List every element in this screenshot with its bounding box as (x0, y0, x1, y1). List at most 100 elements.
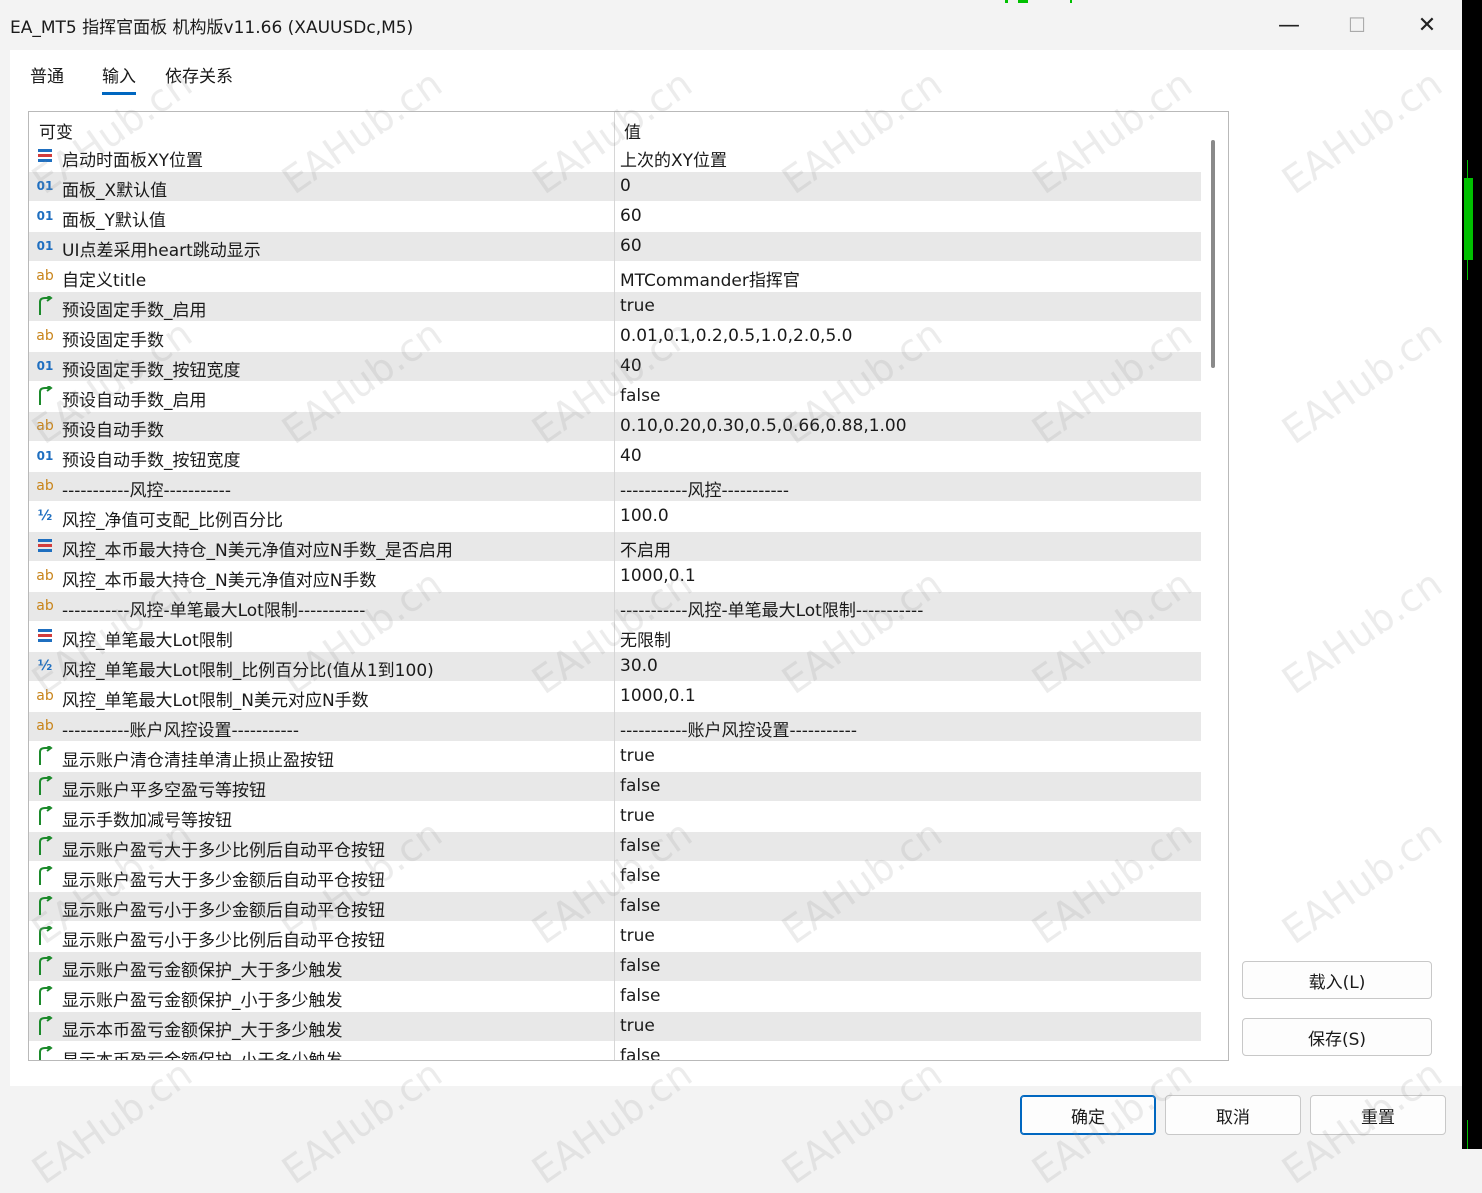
row-value[interactable]: true (620, 296, 655, 316)
row-value[interactable]: -----------风控-单笔最大Lot限制----------- (620, 596, 923, 621)
row-value[interactable]: 100.0 (620, 506, 669, 526)
row-value[interactable]: 60 (620, 236, 642, 256)
row-value[interactable]: 40 (620, 446, 642, 466)
table-row[interactable]: ab 预设固定手数 0.01,0.1,0.2,0.5,1.0,2.0,5.0 (29, 322, 1201, 352)
row-value[interactable]: false (620, 896, 660, 916)
table-row[interactable]: 显示账户清仓清挂单清止损止盈按钮 true (29, 742, 1201, 772)
row-variable-name: 显示账户盈亏金额保护_大于多少触发 (62, 961, 343, 981)
cancel-button[interactable]: 取消 (1165, 1095, 1301, 1135)
row-value[interactable]: 40 (620, 356, 642, 376)
row-value[interactable]: 1000,0.1 (620, 566, 696, 586)
row-value[interactable]: false (620, 866, 660, 886)
row-variable-name: 显示手数加减号等按钮 (62, 811, 232, 831)
tab-general[interactable]: 普通 (30, 62, 64, 87)
table-row[interactable]: ½ 风控_单笔最大Lot限制_比例百分比(值从1到100) 30.0 (29, 652, 1201, 682)
row-value[interactable]: true (620, 1016, 655, 1036)
window-title: EA_MT5 指挥官面板 机构版v11.66 (XAUUSDc,M5) (10, 18, 414, 38)
row-value[interactable]: false (620, 956, 660, 976)
column-header-variable[interactable]: 可变 (39, 118, 73, 143)
row-value[interactable]: 0.10,0.20,0.30,0.5,0.66,0.88,1.00 (620, 416, 907, 436)
column-header-value[interactable]: 值 (624, 118, 641, 143)
table-row[interactable]: 显示账户盈亏小于多少金额后自动平仓按钮 false (29, 892, 1201, 922)
row-value[interactable]: false (620, 386, 660, 406)
table-row[interactable]: 显示本币盈亏金额保护_大于多少触发 true (29, 1012, 1201, 1042)
row-variable-name: 预设自动手数_启用 (62, 391, 207, 411)
table-row[interactable]: 预设自动手数_启用 false (29, 382, 1201, 412)
table-row[interactable]: 启动时面板XY位置 上次的XY位置 (29, 142, 1201, 172)
bool-arrow-icon (35, 806, 55, 826)
integer-type-icon: 01 (36, 179, 54, 193)
save-button[interactable]: 保存(S) (1242, 1018, 1432, 1056)
row-variable-name: 自定义title (62, 271, 147, 291)
row-value[interactable]: false (620, 776, 660, 796)
table-row[interactable]: 风控_本币最大持仓_N美元净值对应N手数_是否启用 不启用 (29, 532, 1201, 562)
row-value[interactable]: 上次的XY位置 (620, 146, 727, 171)
ok-button[interactable]: 确定 (1020, 1095, 1156, 1135)
table-row[interactable]: ab -----------账户风控设置----------- ----------… (29, 712, 1201, 742)
row-value[interactable]: 无限制 (620, 626, 671, 651)
row-value[interactable]: 0 (620, 176, 631, 196)
tab-inputs[interactable]: 输入 (102, 62, 136, 95)
row-value[interactable]: false (620, 836, 660, 856)
bool-arrow-icon (35, 1046, 55, 1060)
table-row[interactable]: 风控_单笔最大Lot限制 无限制 (29, 622, 1201, 652)
scrollbar-thumb[interactable] (1211, 140, 1215, 368)
bool-arrow-icon (35, 776, 55, 796)
row-value[interactable]: MTCommander指挥官 (620, 266, 800, 291)
row-value[interactable]: 30.0 (620, 656, 658, 676)
integer-type-icon: 01 (36, 359, 54, 373)
table-row[interactable]: 显示手数加减号等按钮 true (29, 802, 1201, 832)
close-button[interactable]: ✕ (1404, 8, 1450, 42)
row-value[interactable]: false (620, 1046, 660, 1060)
row-value[interactable]: -----------风控----------- (620, 476, 789, 501)
row-value[interactable]: 60 (620, 206, 642, 226)
table-row[interactable]: 显示账户盈亏大于多少比例后自动平仓按钮 false (29, 832, 1201, 862)
table-row[interactable]: 预设固定手数_启用 true (29, 292, 1201, 322)
table-row[interactable]: 01 UI点差采用heart跳动显示 60 (29, 232, 1201, 262)
row-value[interactable]: 0.01,0.1,0.2,0.5,1.0,2.0,5.0 (620, 326, 853, 346)
table-row[interactable]: ½ 风控_净值可支配_比例百分比 100.0 (29, 502, 1201, 532)
table-row[interactable]: ab 预设自动手数 0.10,0.20,0.30,0.5,0.66,0.88,1.0… (29, 412, 1201, 442)
table-row[interactable]: 显示账户盈亏小于多少比例后自动平仓按钮 true (29, 922, 1201, 952)
enum-icon (35, 626, 55, 646)
table-row[interactable]: 显示账户盈亏金额保护_小于多少触发 false (29, 982, 1201, 1012)
reset-button[interactable]: 重置 (1310, 1095, 1446, 1135)
table-row[interactable]: ab -----------风控-单笔最大Lot限制----------- ----… (29, 592, 1201, 622)
table-row[interactable]: ab 风控_单笔最大Lot限制_N美元对应N手数 1000,0.1 (29, 682, 1201, 712)
tab-dependencies[interactable]: 依存关系 (165, 62, 233, 87)
maximize-button[interactable]: ☐ (1334, 8, 1380, 42)
table-row[interactable]: 01 面板_Y默认值 60 (29, 202, 1201, 232)
string-type-icon: ab (36, 268, 54, 284)
row-variable-name: 风控_单笔最大Lot限制 (62, 631, 233, 651)
string-type-icon: ab (36, 688, 54, 704)
row-value[interactable]: true (620, 806, 655, 826)
table-row[interactable]: ab 自定义title MTCommander指挥官 (29, 262, 1201, 292)
row-value[interactable]: 不启用 (620, 536, 671, 561)
row-value[interactable]: true (620, 926, 655, 946)
table-row[interactable]: 显示账户平多空盈亏等按钮 false (29, 772, 1201, 802)
table-row[interactable]: 01 面板_X默认值 0 (29, 172, 1201, 202)
row-value[interactable]: true (620, 746, 655, 766)
row-variable-name: 风控_本币最大持仓_N美元净值对应N手数 (62, 571, 377, 591)
enum-icon (35, 536, 55, 556)
table-row[interactable]: ab -----------风控----------- -----------风控-… (29, 472, 1201, 502)
title-bar: EA_MT5 指挥官面板 机构版v11.66 (XAUUSDc,M5) — ☐ … (0, 0, 1462, 50)
double-type-icon: ½ (37, 508, 53, 524)
bool-arrow-icon (35, 296, 55, 316)
row-value[interactable]: 1000,0.1 (620, 686, 696, 706)
table-row[interactable]: 显示本币盈亏金额保护_小于多少触发 false (29, 1042, 1201, 1060)
load-button[interactable]: 载入(L) (1242, 961, 1432, 999)
string-type-icon: ab (36, 418, 54, 434)
minimize-button[interactable]: — (1266, 8, 1312, 42)
table-row[interactable]: 显示账户盈亏金额保护_大于多少触发 false (29, 952, 1201, 982)
table-row[interactable]: 01 预设固定手数_按钮宽度 40 (29, 352, 1201, 382)
table-row[interactable]: 显示账户盈亏大于多少金额后自动平仓按钮 false (29, 862, 1201, 892)
row-value[interactable]: -----------账户风控设置----------- (620, 716, 857, 741)
row-value[interactable]: false (620, 986, 660, 1006)
candle-wick (1467, 1120, 1468, 1149)
column-divider[interactable] (614, 112, 615, 1060)
bool-arrow-icon (35, 956, 55, 976)
table-row[interactable]: ab 风控_本币最大持仓_N美元净值对应N手数 1000,0.1 (29, 562, 1201, 592)
string-type-icon: ab (36, 478, 54, 494)
table-row[interactable]: 01 预设自动手数_按钮宽度 40 (29, 442, 1201, 472)
